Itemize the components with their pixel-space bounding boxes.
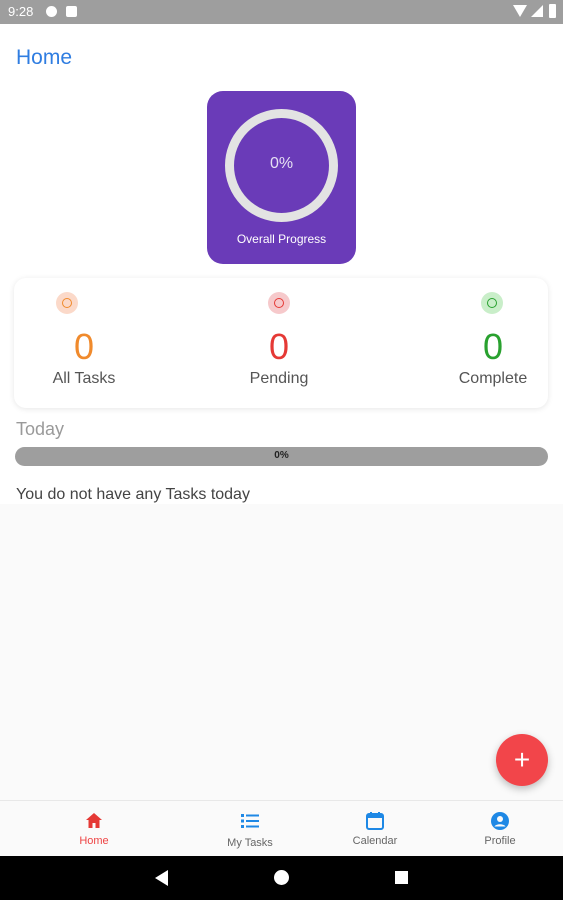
system-navigation-bar: [0, 856, 563, 900]
pending-label: Pending: [249, 370, 309, 387]
nav-item-calendar[interactable]: Calendar: [325, 801, 425, 857]
complete-label: Complete: [458, 370, 528, 387]
pending-icon: [268, 292, 290, 314]
recents-icon[interactable]: [395, 871, 408, 884]
stat-complete[interactable]: 0 Complete: [423, 278, 563, 408]
all-tasks-count: 0: [73, 326, 95, 367]
overall-progress-percent: 0%: [269, 155, 294, 172]
storage-icon: [66, 6, 77, 17]
nav-item-my-tasks[interactable]: My Tasks: [200, 801, 300, 857]
overall-progress-label: Overall Progress: [236, 232, 327, 246]
nav-label-calendar: Calendar: [352, 835, 398, 847]
stat-pending[interactable]: 0 Pending: [209, 278, 349, 408]
today-progress-bar: 0%: [15, 447, 548, 466]
stat-all-tasks[interactable]: 0 All Tasks: [14, 278, 154, 408]
home-icon: [86, 813, 102, 828]
status-bar: 9:28: [0, 0, 563, 24]
battery-icon: [549, 4, 556, 18]
nav-label-profile: Profile: [484, 835, 516, 847]
wifi-icon: [513, 5, 527, 17]
all-tasks-icon: [56, 292, 78, 314]
list-icon: [241, 814, 259, 828]
profile-icon: [491, 812, 509, 830]
pending-count: 0: [268, 326, 290, 367]
overall-progress-card[interactable]: 0% Overall Progress: [207, 91, 356, 264]
bottom-navigation: Home My Tasks Calendar Profile: [0, 800, 563, 856]
back-icon[interactable]: [155, 870, 168, 886]
complete-count: 0: [482, 326, 504, 367]
nav-item-profile[interactable]: Profile: [450, 801, 550, 857]
today-heading: Today: [16, 419, 65, 439]
nav-label-my-tasks: My Tasks: [227, 837, 273, 849]
notification-icon: [46, 6, 57, 17]
page-title: Home: [16, 46, 73, 69]
signal-icon: [531, 5, 543, 17]
calendar-icon: [366, 812, 384, 830]
nav-item-home[interactable]: Home: [44, 801, 144, 857]
complete-icon: [481, 292, 503, 314]
home-button-icon[interactable]: [274, 870, 289, 885]
all-tasks-label: All Tasks: [52, 370, 116, 387]
task-stats-card: 0 All Tasks 0 Pending 0 Complete: [14, 278, 548, 408]
empty-tasks-message: You do not have any Tasks today: [16, 486, 250, 503]
status-time: 9:28: [8, 4, 34, 19]
today-progress-percent: 0%: [274, 450, 289, 461]
add-task-button[interactable]: +: [496, 734, 548, 786]
nav-label-home: Home: [79, 835, 109, 847]
